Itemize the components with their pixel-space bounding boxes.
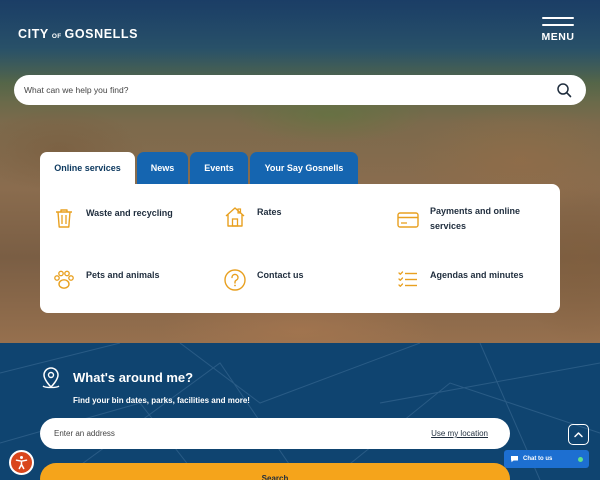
address-search[interactable]: Use my location <box>40 418 510 449</box>
search-icon[interactable] <box>556 82 572 98</box>
online-status-dot <box>578 456 583 462</box>
service-waste-and-recycling[interactable]: Waste and recycling <box>52 206 173 230</box>
paw-icon <box>54 270 74 289</box>
service-payments-and-online-services[interactable]: Payments and online services <box>396 206 556 234</box>
hamburger-icon <box>542 17 574 20</box>
search-input[interactable] <box>24 85 556 95</box>
tab-online-services[interactable]: Online services <box>40 152 135 184</box>
house-icon <box>225 207 245 227</box>
service-agendas-and-minutes[interactable]: Agendas and minutes <box>396 268 524 292</box>
service-label: Rates <box>257 207 282 217</box>
menu-button[interactable]: MENU <box>538 17 578 49</box>
question-icon <box>224 269 246 291</box>
whats-around-me-title: What's around me? <box>73 370 194 385</box>
location-pin-icon <box>42 367 60 389</box>
service-label: Agendas and minutes <box>430 270 524 280</box>
site-search-bar[interactable] <box>14 75 586 105</box>
online-services-panel: Waste and recycling Rates Payments and o… <box>40 184 560 313</box>
back-to-top-button[interactable] <box>568 424 589 445</box>
service-pets-and-animals[interactable]: Pets and animals <box>52 268 160 292</box>
service-label: Contact us <box>257 270 304 280</box>
service-rates[interactable]: Rates <box>223 205 282 229</box>
city-logo[interactable]: CITY OF GOSNELLS <box>18 27 138 41</box>
service-label: Pets and animals <box>86 270 160 280</box>
list-icon <box>398 271 417 287</box>
whats-around-me-subtitle: Find your bin dates, parks, facilities a… <box>73 396 250 405</box>
tab-events[interactable]: Events <box>190 152 248 184</box>
chevron-up-icon <box>574 432 583 438</box>
tab-news[interactable]: News <box>137 152 188 184</box>
logo-name-text: GOSNELLS <box>64 27 139 41</box>
menu-label: MENU <box>541 30 575 43</box>
logo-of-text: OF <box>51 33 62 40</box>
accessibility-icon <box>15 456 28 470</box>
address-search-button[interactable]: Search <box>40 463 510 480</box>
chat-bubble-icon <box>511 456 518 463</box>
bin-icon <box>56 209 72 228</box>
services-tabs: Online services News Events Your Say Gos… <box>40 152 360 184</box>
hamburger-icon-bar <box>542 23 574 27</box>
service-label: Payments and online services <box>430 206 521 231</box>
chat-widget-button[interactable]: Chat to us <box>504 450 589 468</box>
service-label: Waste and recycling <box>86 208 173 218</box>
logo-city-text: CITY <box>18 27 49 41</box>
card-icon <box>397 212 419 228</box>
service-contact-us[interactable]: Contact us <box>223 268 304 292</box>
use-my-location-link[interactable]: Use my location <box>431 429 488 438</box>
accessibility-button[interactable] <box>9 450 34 475</box>
chat-label: Chat to us <box>523 456 553 462</box>
tab-your-say-gosnells[interactable]: Your Say Gosnells <box>250 152 358 184</box>
address-input[interactable] <box>54 429 432 438</box>
